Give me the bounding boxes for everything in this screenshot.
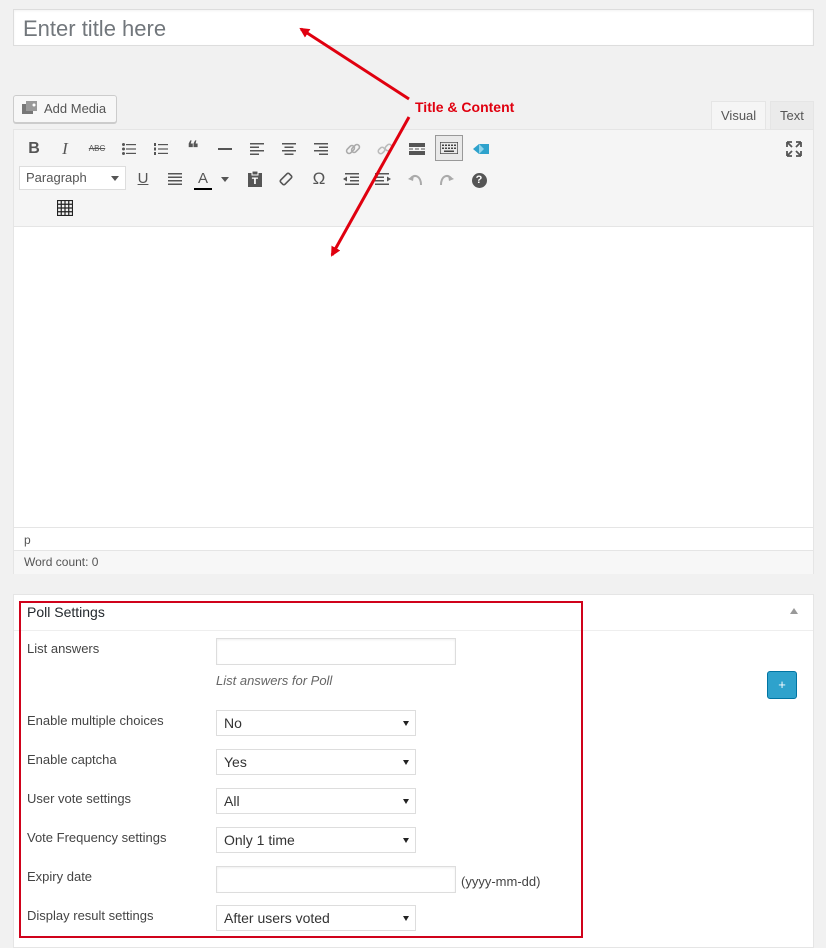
table-icon[interactable] [52, 195, 78, 221]
clear-formatting-icon[interactable] [274, 166, 300, 192]
unlink-icon[interactable] [372, 136, 398, 162]
blockquote-icon[interactable]: ❝ [180, 136, 206, 162]
undo-icon[interactable] [402, 166, 428, 192]
bullet-list-icon[interactable] [116, 136, 142, 162]
annotation-label: Title & Content [415, 99, 515, 115]
italic-icon[interactable]: I [52, 136, 78, 162]
tab-visual[interactable]: Visual [711, 101, 766, 130]
horizontal-line-icon[interactable] [212, 136, 238, 162]
text-color-icon[interactable]: A [194, 166, 234, 192]
add-answer-button[interactable]: + [767, 671, 797, 699]
outdent-icon[interactable] [338, 166, 364, 192]
bold-icon[interactable]: B [21, 136, 47, 162]
word-count: Word count: 0 [14, 550, 813, 574]
paste-text-icon[interactable]: T [242, 166, 268, 192]
editor-path-bar: p [14, 527, 813, 550]
svg-text:T: T [252, 177, 259, 187]
align-right-icon[interactable] [308, 136, 334, 162]
media-icon [22, 98, 38, 114]
chevron-down-icon [111, 176, 119, 181]
tab-text[interactable]: Text [770, 101, 814, 130]
link-icon[interactable] [340, 136, 366, 162]
align-left-icon[interactable] [244, 136, 270, 162]
help-icon[interactable]: ? [466, 166, 492, 192]
poll-settings-highlight [19, 601, 583, 938]
post-title-input[interactable]: Enter title here [13, 9, 814, 46]
underline-icon[interactable]: U [130, 166, 156, 192]
strikethrough-icon[interactable]: ABC [84, 136, 110, 162]
add-media-label: Add Media [44, 101, 107, 116]
add-media-button[interactable]: Add Media [13, 95, 117, 123]
indent-icon[interactable] [370, 166, 396, 192]
chevron-down-icon [221, 176, 230, 182]
read-more-icon[interactable] [404, 136, 430, 162]
justify-icon[interactable] [162, 166, 188, 192]
redo-icon[interactable] [434, 166, 460, 192]
cloud-icon[interactable] [468, 136, 494, 162]
numbered-list-icon[interactable] [148, 136, 174, 162]
toolbar-toggle-icon[interactable] [435, 135, 463, 161]
fullscreen-icon[interactable] [781, 136, 807, 162]
collapse-arrow-icon[interactable] [790, 608, 798, 614]
format-select-value: Paragraph [26, 170, 87, 185]
align-center-icon[interactable] [276, 136, 302, 162]
format-select[interactable]: Paragraph [19, 166, 126, 190]
special-character-icon[interactable]: Ω [306, 166, 332, 192]
editor-content-area[interactable] [14, 227, 813, 527]
